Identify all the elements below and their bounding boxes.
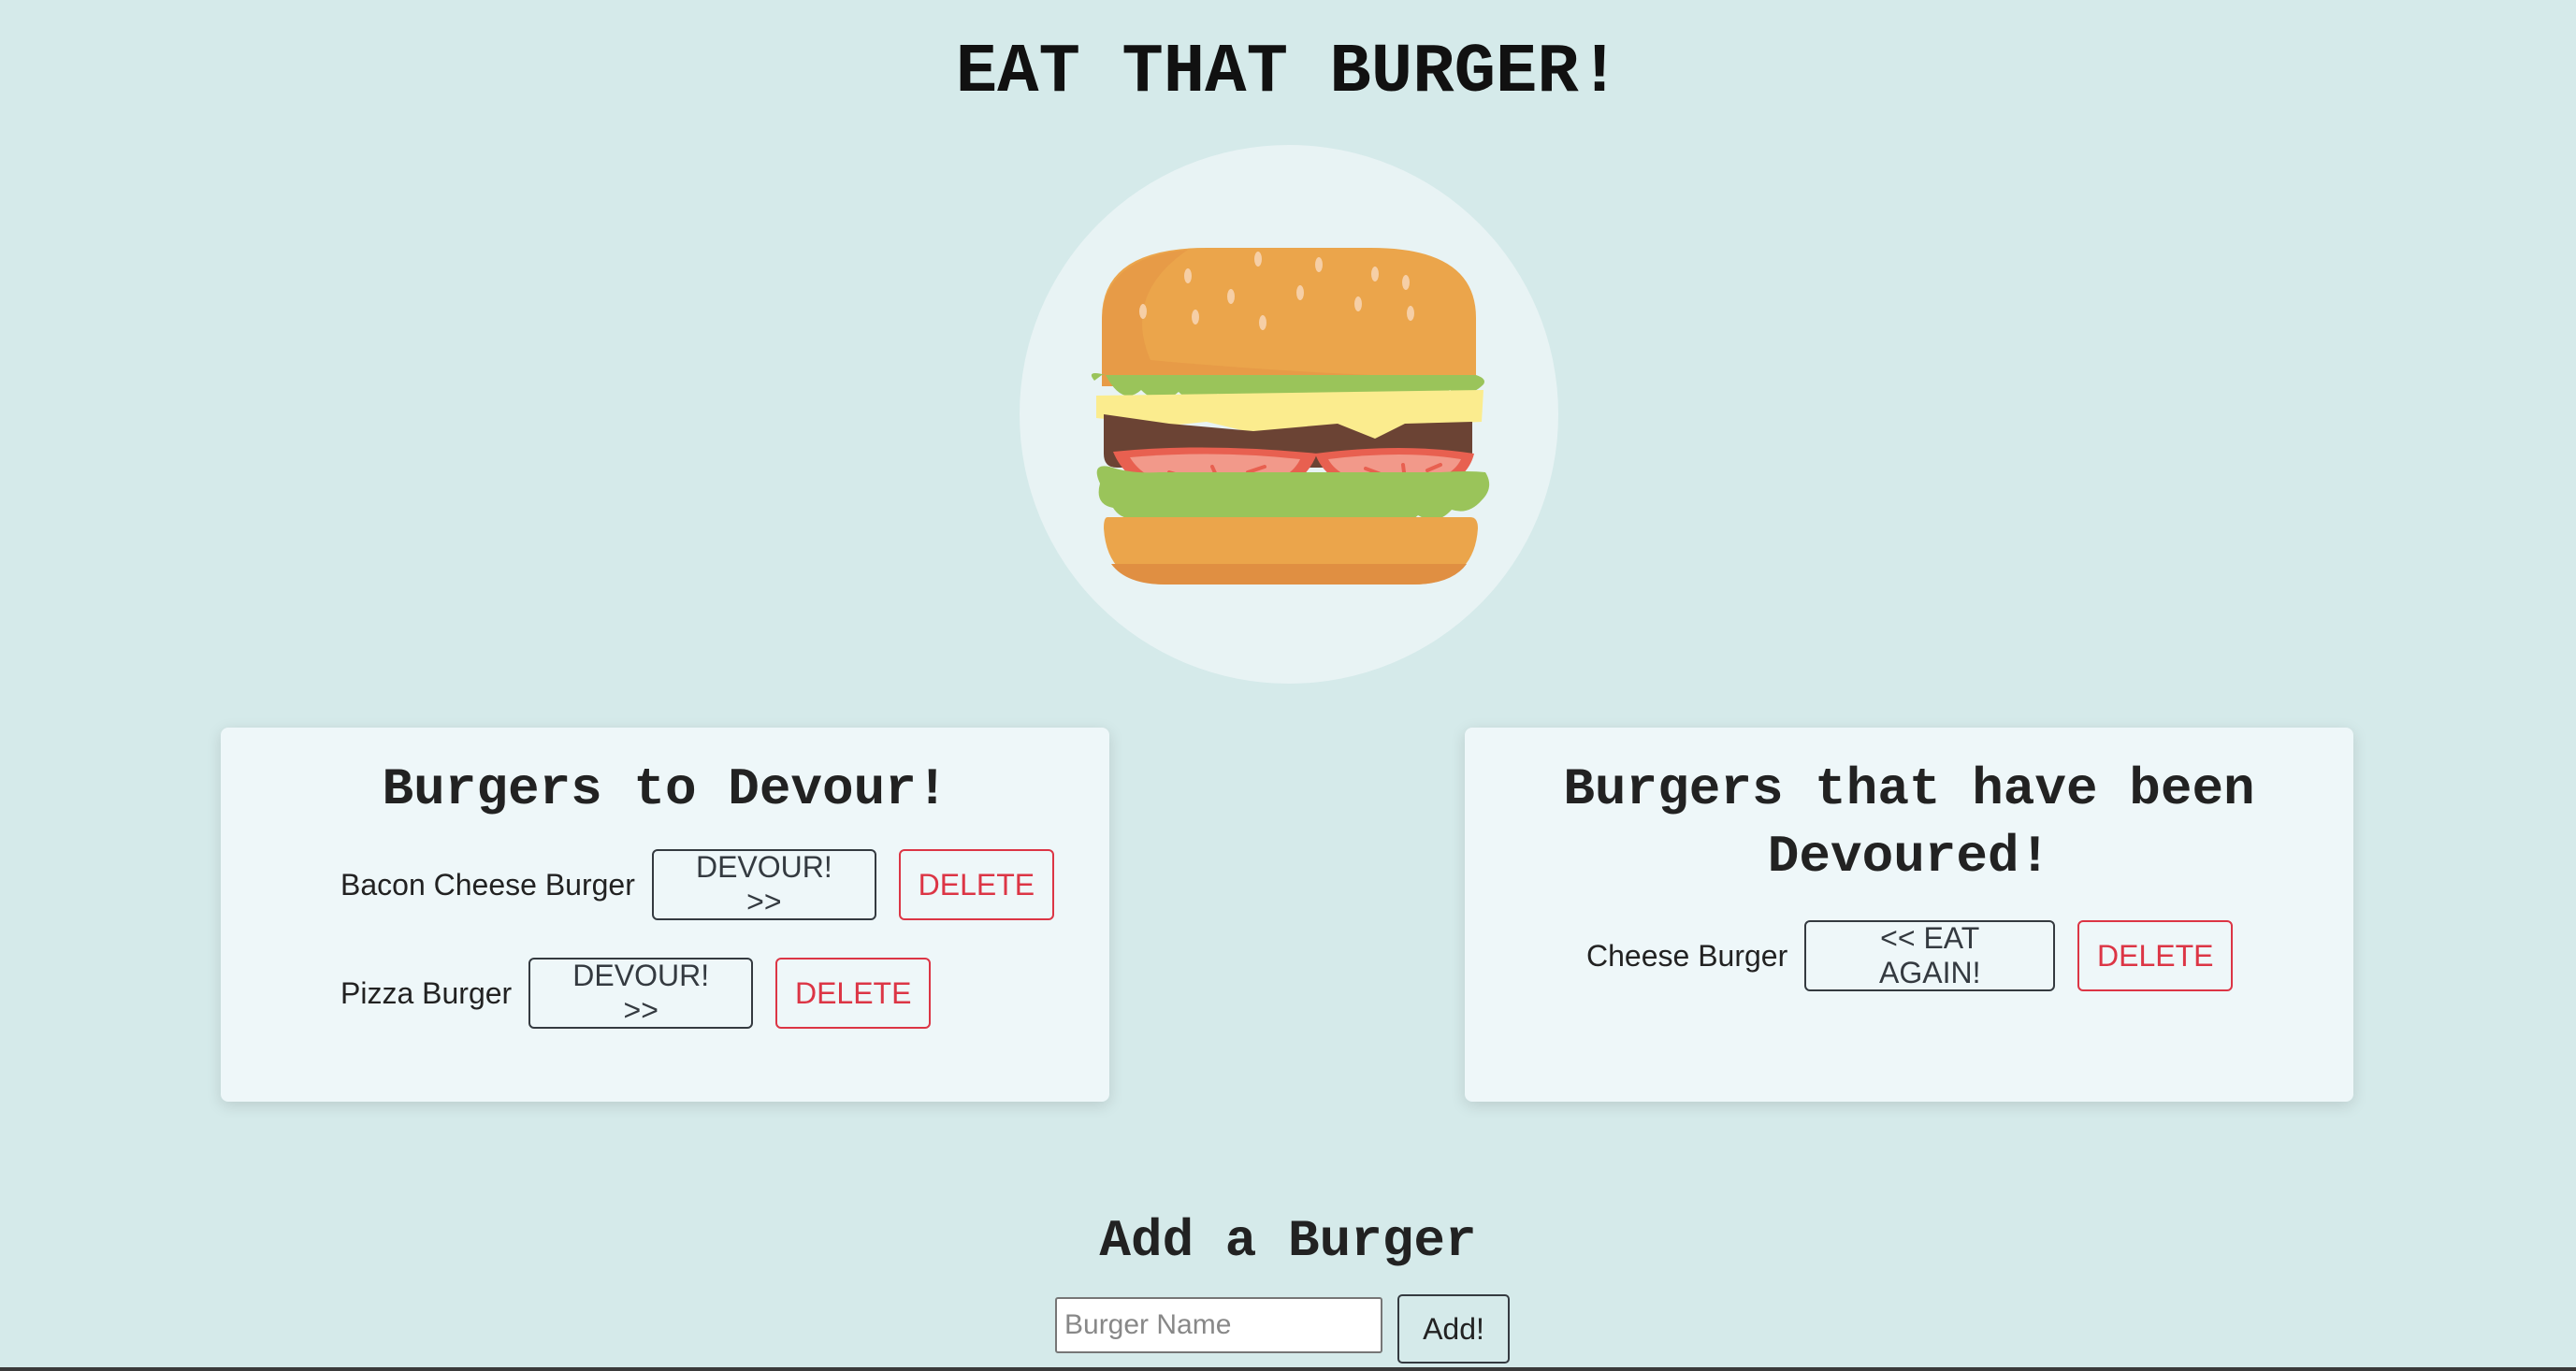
list-item: Bacon Cheese Burger DEVOUR! >> DELETE [340, 849, 1109, 920]
devour-button[interactable]: DEVOUR! >> [528, 958, 754, 1029]
page-title: EAT THAT BURGER! [955, 34, 1621, 112]
burger-name: Cheese Burger [1586, 938, 1788, 973]
to-devour-card: Burgers to Devour! Bacon Cheese Burger D… [221, 728, 1109, 1102]
add-button[interactable]: Add! [1397, 1294, 1510, 1364]
burger-name: Pizza Burger [340, 975, 513, 1010]
to-devour-title: Burgers to Devour! [382, 759, 948, 819]
burger-illustration-icon [1091, 248, 1490, 584]
list-item: Cheese Burger << EAT AGAIN! DELETE [1586, 920, 2353, 991]
delete-button[interactable]: DELETE [775, 958, 932, 1029]
burger-name: Bacon Cheese Burger [340, 867, 635, 902]
delete-button[interactable]: DELETE [898, 849, 1054, 920]
bottom-divider [0, 1367, 2576, 1371]
burger-image [1020, 145, 1558, 684]
eat-again-button[interactable]: << EAT AGAIN! [1804, 920, 2056, 991]
devoured-card: Burgers that have been Devoured! Cheese … [1465, 728, 2353, 1102]
list-item: Pizza Burger DEVOUR! >> DELETE [340, 958, 1109, 1029]
devoured-title: Burgers that have been Devoured! [1563, 759, 2255, 887]
devoured-list: Cheese Burger << EAT AGAIN! DELETE [1465, 920, 2353, 991]
add-burger-title: Add a Burger [1099, 1211, 1477, 1271]
to-devour-list: Bacon Cheese Burger DEVOUR! >> DELETE Pi… [221, 849, 1109, 1029]
devour-button[interactable]: DEVOUR! >> [651, 849, 876, 920]
burger-name-input[interactable] [1055, 1297, 1382, 1353]
delete-button[interactable]: DELETE [2077, 920, 2234, 991]
